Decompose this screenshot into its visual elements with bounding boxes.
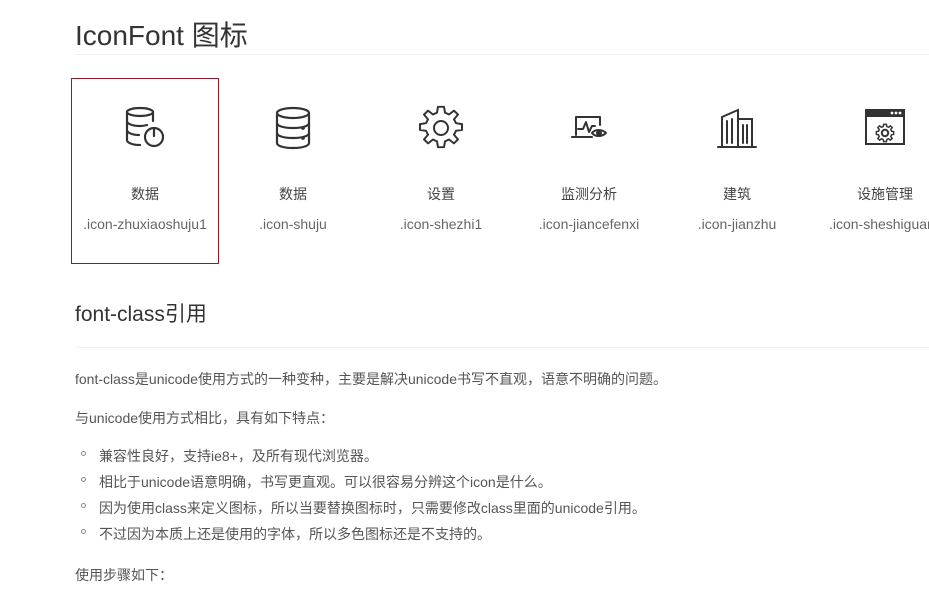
page-title: IconFont 图标 (75, 20, 248, 51)
section-title: font-class引用 (75, 303, 207, 326)
icon-card-sheshiguanli[interactable]: 设施管理 .icon-sheshiguanli (811, 78, 929, 264)
icon-name: 建筑 (723, 186, 751, 202)
feature-text: 因为使用class来定义图标，所以当要替换图标时，只需要修改class里面的un… (99, 500, 646, 516)
icon-card-shezhi1[interactable]: 设置 .icon-shezhi1 (367, 78, 515, 264)
bullet-icon (81, 477, 86, 482)
list-item: 相比于unicode语意明确，书写更直观。可以很容易分辨这个icon是什么。 (75, 473, 646, 499)
feature-text: 兼容性良好，支持ie8+，及所有现代浏览器。 (99, 448, 378, 464)
icon-grid: 数据 .icon-zhuxiaoshuju1 数据 .icon-shuju 设置 (71, 78, 929, 266)
gear-icon (419, 105, 463, 149)
bullet-icon (81, 451, 86, 456)
feature-text: 相比于unicode语意明确，书写更直观。可以很容易分辨这个icon是什么。 (99, 474, 552, 490)
bullet-icon (81, 529, 86, 534)
compare-paragraph: 与unicode使用方式相比，具有如下特点： (75, 410, 335, 426)
icon-card-zhuxiaoshuju1[interactable]: 数据 .icon-zhuxiaoshuju1 (71, 78, 219, 264)
icon-class-code: .icon-sheshiguanli (828, 216, 929, 232)
icon-name: 数据 (131, 186, 159, 202)
icon-name: 设置 (427, 186, 455, 202)
window-gear-icon (865, 109, 905, 145)
icon-class-code: .icon-jianzhu (697, 216, 777, 232)
title-divider (75, 54, 929, 55)
icon-card-shuju[interactable]: 数据 .icon-shuju (219, 78, 367, 264)
database-icon (275, 106, 311, 150)
icon-name: 设施管理 (857, 186, 913, 202)
list-item: 兼容性良好，支持ie8+，及所有现代浏览器。 (75, 447, 646, 473)
bullet-icon (81, 503, 86, 508)
feature-list: 兼容性良好，支持ie8+，及所有现代浏览器。 相比于unicode语意明确，书写… (75, 447, 646, 551)
steps-paragraph: 使用步骤如下： (75, 567, 173, 583)
icon-class-code: .icon-zhuxiaoshuju1 (83, 216, 207, 232)
list-item: 不过因为本质上还是使用的字体，所以多色图标还是不支持的。 (75, 525, 646, 551)
section-divider (75, 347, 929, 348)
monitor-eye-icon (571, 116, 607, 138)
building-icon (717, 108, 757, 148)
icon-card-jianzhu[interactable]: 建筑 .icon-jianzhu (663, 78, 811, 264)
icon-class-code: .icon-shezhi1 (399, 216, 483, 232)
intro-paragraph: font-class是unicode使用方式的一种变种，主要是解决unicode… (75, 371, 667, 387)
icon-class-code: .icon-shuju (259, 216, 327, 232)
feature-text: 不过因为本质上还是使用的字体，所以多色图标还是不支持的。 (99, 526, 491, 542)
list-item: 因为使用class来定义图标，所以当要替换图标时，只需要修改class里面的un… (75, 499, 646, 525)
icon-name: 数据 (279, 186, 307, 202)
icon-class-code: .icon-jiancefenxi (538, 216, 640, 232)
icon-card-jiancefenxi[interactable]: 监测分析 .icon-jiancefenxi (515, 78, 663, 264)
page: IconFont 图标 数据 .icon-zhuxiaoshuju1 数据 .i… (0, 0, 929, 598)
icon-name: 监测分析 (561, 186, 617, 202)
database-power-icon (125, 106, 165, 148)
